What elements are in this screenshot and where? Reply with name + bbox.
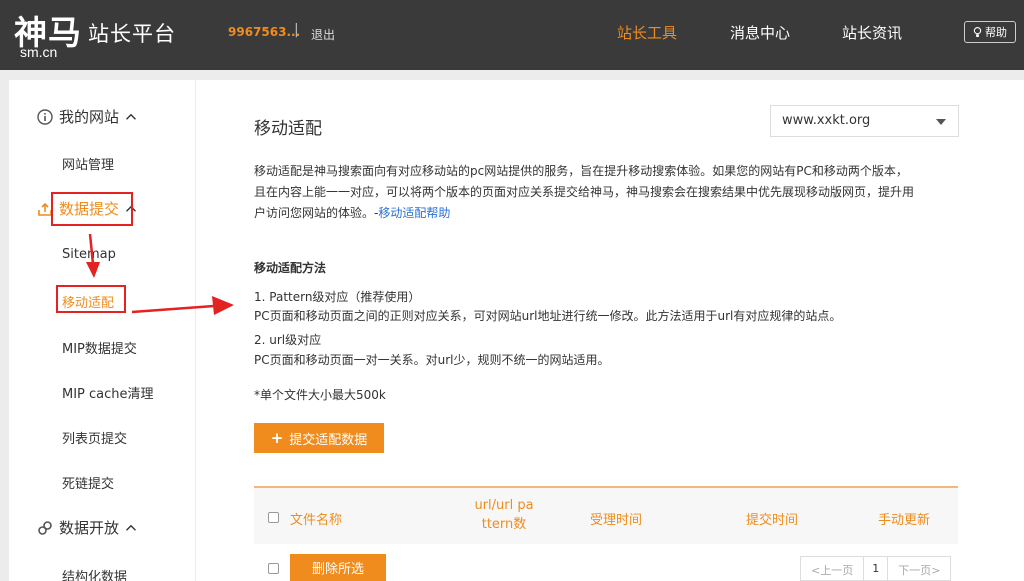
description-line-last: 户访问您网站的体验。-移动适配帮助: [254, 203, 966, 224]
sidebar-section-label: 数据开放: [59, 519, 120, 537]
sidebar-section-label: 我的网站: [59, 108, 120, 126]
column-url-pattern: url/url pa ttern数: [464, 496, 544, 534]
plus-icon: +: [270, 429, 284, 447]
main-panel: 移动适配 www.xxkt.org 移动适配是神马搜索面向有对应移动站的pc网站…: [196, 80, 1024, 581]
chevron-up-icon: [126, 113, 136, 120]
column-accept-time: 受理时间: [590, 513, 643, 528]
help-button[interactable]: 帮助: [964, 21, 1016, 43]
column-manual-update: 手动更新: [878, 513, 931, 528]
file-size-note: *单个文件大小最大500k: [254, 388, 386, 402]
column-submit-time: 提交时间: [746, 513, 799, 528]
submit-adapt-data-button[interactable]: + 提交适配数据: [254, 423, 384, 453]
description: 移动适配是神马搜索面向有对应移动站的pc网站提供的服务，旨在提升移动搜索体验。如…: [254, 161, 966, 224]
link-icon: [38, 520, 52, 535]
pagination: <上一页 1 下一页>: [800, 556, 952, 581]
pager-current[interactable]: 1: [864, 557, 889, 580]
method-1-title: 1. Pattern级对应（推荐使用）: [254, 290, 421, 304]
annotation-highlight-mobile-adapt: [56, 285, 126, 313]
page-title: 移动适配: [254, 119, 322, 139]
annotation-arrow-down-icon: [86, 233, 100, 278]
annotation-arrow-right-icon: [131, 296, 234, 315]
logout-link[interactable]: 退出: [311, 26, 335, 43]
delete-selected-button[interactable]: 删除所选: [290, 554, 386, 581]
caret-down-icon: [936, 119, 946, 125]
sidebar: 我的网站 网站管理 数据提交 Sitemap 移动适配 MIP数据提交 MIP …: [9, 80, 195, 581]
method-2-desc: PC页面和移动页面一对一关系。对url少，规则不统一的网站适用。: [254, 353, 610, 367]
site-select[interactable]: www.xxkt.org: [770, 105, 959, 137]
description-line: 且在内容上能一一对应，可以将两个版本的页面对应关系提交给神马，神马搜索会在搜索结…: [254, 185, 915, 199]
description-line: 移动适配是神马搜索面向有对应移动站的pc网站提供的服务，旨在提升移动搜索体验。如…: [254, 164, 908, 178]
sidebar-item-mip-cache[interactable]: MIP cache清理: [62, 383, 154, 402]
sidebar-section-my-sites[interactable]: 我的网站: [37, 106, 137, 127]
column-url-pattern-line: ttern数: [481, 517, 527, 532]
pager-next[interactable]: 下一页>: [888, 557, 950, 580]
sidebar-item-site-manage[interactable]: 网站管理: [62, 154, 114, 173]
table-header: 文件名称 url/url pa ttern数 受理时间 提交时间 手动更新: [254, 486, 958, 544]
sidebar-item-dead-link[interactable]: 死链提交: [62, 473, 114, 492]
nav-webmaster-tools[interactable]: 站长工具: [617, 22, 677, 43]
top-nav-bar: 神马 sm.cn 站长平台 9967563... | 退出 站长工具 消息中心 …: [0, 0, 1024, 70]
sidebar-item-list-submit[interactable]: 列表页提交: [62, 428, 127, 447]
row-select-checkbox[interactable]: [268, 563, 279, 574]
chevron-up-icon: [126, 524, 136, 531]
sidebar-item-mip-submit[interactable]: MIP数据提交: [62, 338, 137, 357]
method-heading: 移动适配方法: [254, 261, 327, 275]
pager-prev[interactable]: <上一页: [801, 557, 865, 580]
nav-message-center[interactable]: 消息中心: [730, 22, 790, 43]
sidebar-section-data-open[interactable]: 数据开放: [37, 517, 137, 538]
submit-button-label: 提交适配数据: [289, 432, 368, 448]
lightbulb-icon: [973, 26, 982, 37]
nav-webmaster-news[interactable]: 站长资讯: [842, 22, 902, 43]
column-filename: 文件名称: [290, 513, 343, 528]
annotation-highlight-data-submit: [51, 192, 133, 226]
help-label: 帮助: [985, 26, 1007, 39]
logo-platform-name: 站长平台: [88, 22, 176, 46]
info-circle-icon: [37, 108, 53, 125]
mobile-adapt-help-link[interactable]: 移动适配帮助: [378, 206, 450, 220]
sidebar-item-structured-data[interactable]: 结构化数据: [62, 566, 127, 581]
select-all-checkbox[interactable]: [268, 512, 279, 523]
method-1-desc: PC页面和移动页面之间的正则对应关系，可对网站url地址进行统一修改。此方法适用…: [254, 309, 842, 323]
user-id[interactable]: 9967563...: [228, 25, 300, 39]
header-separator: |: [294, 22, 299, 38]
description-line: 户访问您网站的体验。-: [254, 206, 379, 220]
method-2-title: 2. url级对应: [254, 333, 322, 347]
logo-domain: sm.cn: [20, 44, 58, 60]
site-select-value: www.xxkt.org: [782, 113, 871, 128]
shenma-logo[interactable]: 神马 sm.cn 站长平台: [14, 6, 204, 62]
column-url-pattern-line: url/url pa: [474, 498, 534, 513]
